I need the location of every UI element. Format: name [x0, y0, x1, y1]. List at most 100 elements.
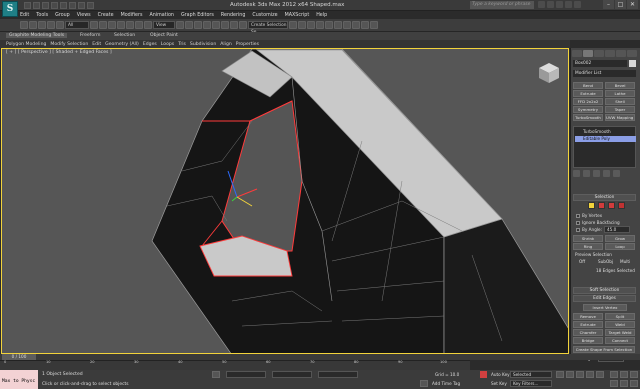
- lock-selection-icon[interactable]: [212, 371, 220, 378]
- maxscript-listener-input[interactable]: Max to Physc: [0, 370, 38, 389]
- ribbon-geometry-all[interactable]: Geometry (All): [105, 42, 139, 47]
- ribbon-align[interactable]: Align: [220, 42, 232, 47]
- ribbon-properties[interactable]: Properties: [236, 42, 259, 47]
- rectangular-selection-icon[interactable]: [108, 21, 116, 29]
- tab-selection[interactable]: Selection: [114, 33, 135, 38]
- preview-subobj-radio[interactable]: SubObj: [598, 259, 613, 264]
- keyboard-shortcut-icon[interactable]: [194, 21, 202, 29]
- shrink-button[interactable]: Shrink: [573, 235, 603, 242]
- soft-selection-rollout-header[interactable]: Soft Selection: [573, 287, 636, 294]
- bridge-button[interactable]: Bridge: [573, 337, 603, 344]
- display-tab-icon[interactable]: [616, 50, 626, 57]
- ring-button[interactable]: Ring: [573, 243, 603, 250]
- undo-icon[interactable]: [51, 2, 58, 9]
- goto-end-icon[interactable]: [596, 371, 604, 378]
- stack-item-turbosmooth[interactable]: TurboSmooth: [575, 129, 636, 135]
- menu-graph-editors[interactable]: Graph Editors: [181, 13, 214, 18]
- goto-start-icon[interactable]: [556, 371, 564, 378]
- by-angle-checkbox[interactable]: [576, 228, 580, 232]
- named-selection-dropdown[interactable]: Create Selection Se: [248, 21, 288, 35]
- border-mode-icon[interactable]: [608, 202, 615, 209]
- object-name-field[interactable]: Box002: [573, 60, 627, 67]
- angle-snap-icon[interactable]: [212, 21, 220, 29]
- modifier-turbosmooth-button[interactable]: TurboSmooth: [573, 114, 603, 121]
- select-by-name-icon[interactable]: [99, 21, 107, 29]
- layer-manager-icon[interactable]: [307, 21, 315, 29]
- minimize-button[interactable]: –: [603, 0, 614, 9]
- zoom-all-icon[interactable]: [620, 371, 628, 378]
- tab-graphite-modeling-tools[interactable]: Graphite Modeling Tools: [6, 33, 68, 38]
- vertex-mode-icon[interactable]: [588, 202, 595, 209]
- pivot-center-icon[interactable]: [176, 21, 184, 29]
- mesh-object[interactable]: [2, 49, 569, 354]
- key-filters-button[interactable]: Key Filters...: [510, 380, 552, 387]
- add-time-tag-button[interactable]: Add Time Tag: [432, 381, 460, 386]
- link-icon[interactable]: [38, 21, 46, 29]
- chamfer-button[interactable]: Chamfer: [573, 329, 603, 336]
- align-icon[interactable]: [298, 21, 306, 29]
- render-production-icon[interactable]: [370, 21, 378, 29]
- window-crossing-icon[interactable]: [117, 21, 125, 29]
- select-object-icon[interactable]: [90, 21, 98, 29]
- modifier-uvw-mapping-button[interactable]: UVW Mapping Cle: [605, 114, 635, 121]
- z-coordinate-field[interactable]: [318, 371, 358, 378]
- x-coordinate-field[interactable]: [226, 371, 266, 378]
- split-button[interactable]: Split: [605, 313, 635, 320]
- schematic-view-icon[interactable]: [334, 21, 342, 29]
- viewcube-icon[interactable]: [537, 61, 561, 85]
- viewport-label[interactable]: [ + ] [ Perspective ] [ Shaded + Edged F…: [6, 50, 112, 55]
- tab-freeform[interactable]: Freeform: [80, 33, 100, 38]
- modifier-bend-button[interactable]: Bend: [573, 82, 603, 89]
- maximize-button[interactable]: □: [615, 0, 626, 9]
- edit-named-selection-icon[interactable]: [239, 21, 247, 29]
- render-setup-icon[interactable]: [352, 21, 360, 29]
- ribbon-subdivision[interactable]: Subdivision: [190, 42, 216, 47]
- graphite-toggle-icon[interactable]: [316, 21, 324, 29]
- modifier-extrude-button[interactable]: Extrude: [573, 90, 603, 97]
- ignore-backfacing-checkbox[interactable]: [576, 221, 580, 225]
- modifier-symmetry-button[interactable]: Symmetry: [573, 106, 603, 113]
- ribbon-edit[interactable]: Edit: [92, 42, 101, 47]
- unlink-icon[interactable]: [47, 21, 55, 29]
- open-file-icon[interactable]: [33, 2, 40, 9]
- percent-snap-icon[interactable]: [221, 21, 229, 29]
- modifier-lathe-button[interactable]: Lathe: [605, 90, 635, 97]
- menu-tools[interactable]: Tools: [36, 13, 48, 18]
- motion-tab-icon[interactable]: [605, 50, 615, 57]
- maximize-viewport-icon[interactable]: [630, 371, 638, 378]
- show-end-result-icon[interactable]: [583, 170, 590, 177]
- subscription-icon[interactable]: [547, 1, 554, 8]
- preview-off-radio[interactable]: Off: [579, 259, 585, 264]
- by-vertex-checkbox[interactable]: [576, 214, 580, 218]
- menu-customize[interactable]: Customize: [252, 13, 277, 18]
- rotate-icon[interactable]: [135, 21, 143, 29]
- perspective-viewport[interactable]: [1, 48, 569, 354]
- create-tab-icon[interactable]: [572, 50, 582, 57]
- rendered-frame-window-icon[interactable]: [361, 21, 369, 29]
- modify-tab-icon[interactable]: [583, 50, 593, 57]
- play-icon[interactable]: [576, 371, 584, 378]
- polygon-mode-icon[interactable]: [618, 202, 625, 209]
- redo-button[interactable]: [29, 21, 37, 29]
- communication-icon[interactable]: [556, 1, 563, 8]
- menu-maxscript[interactable]: MAXScript: [285, 13, 310, 18]
- insert-vertex-button[interactable]: Insert Vertex: [583, 304, 627, 311]
- undo-button[interactable]: [20, 21, 28, 29]
- search-icon[interactable]: [538, 1, 545, 8]
- hold-icon[interactable]: [69, 2, 76, 9]
- object-color-swatch[interactable]: [629, 60, 636, 67]
- extrude-button[interactable]: Extrude: [573, 321, 603, 328]
- time-tag-icon[interactable]: [420, 380, 428, 387]
- spinner-snap-icon[interactable]: [230, 21, 238, 29]
- orbit-icon[interactable]: [620, 380, 628, 387]
- menu-rendering[interactable]: Rendering: [221, 13, 246, 18]
- zoom-icon[interactable]: [610, 371, 618, 378]
- weld-button[interactable]: Weld: [605, 321, 635, 328]
- tab-object-paint[interactable]: Object Paint: [150, 33, 178, 38]
- modifier-list-dropdown[interactable]: Modifier List: [573, 70, 636, 77]
- selection-rollout-header[interactable]: Selection: [573, 194, 636, 201]
- search-input[interactable]: Type a keyword or phrase: [470, 1, 534, 9]
- menu-create[interactable]: Create: [98, 13, 114, 18]
- snaps-toggle-icon[interactable]: [203, 21, 211, 29]
- modifier-bevel-button[interactable]: Bevel: [605, 82, 635, 89]
